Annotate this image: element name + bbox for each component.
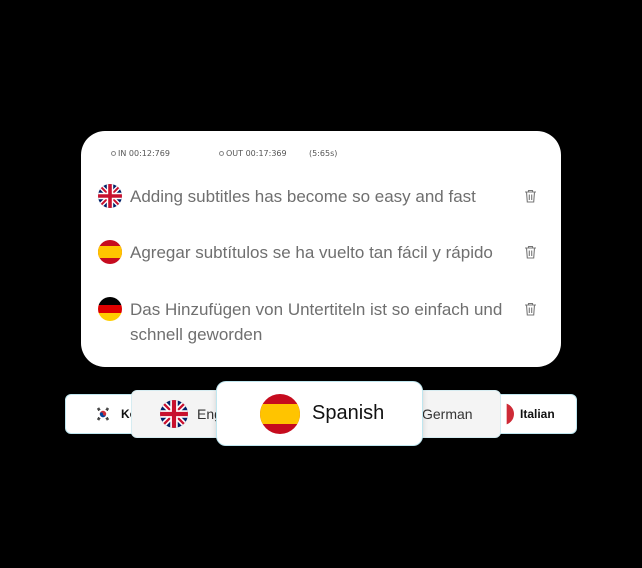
trash-icon[interactable] (524, 189, 537, 203)
language-label: Italian (520, 407, 555, 421)
subtitle-card: IN 00:12:769 OUT 00:17:369 (5:65s) Addin… (81, 131, 561, 367)
subtitle-text[interactable]: Agregar subtítulos se ha vuelto tan fáci… (130, 240, 510, 265)
uk-flag-icon (98, 184, 122, 208)
spain-flag-icon (98, 240, 122, 264)
timing-duration-label: (5:65s) (309, 149, 338, 158)
timing-in-label: IN 00:12:769 (118, 149, 170, 158)
subtitle-row-english[interactable]: Adding subtitles has become so easy and … (98, 184, 547, 209)
germany-flag-icon (98, 297, 122, 321)
spain-flag-icon (260, 393, 300, 434)
subtitle-text[interactable]: Das Hinzufügen von Untertiteln ist so ei… (130, 297, 510, 347)
subtitle-row-german[interactable]: Das Hinzufügen von Untertiteln ist so ei… (98, 297, 547, 347)
timing-out-label: OUT 00:17:369 (226, 149, 287, 158)
trash-icon[interactable] (524, 245, 537, 259)
uk-flag-icon (160, 400, 188, 428)
trash-icon[interactable] (524, 302, 537, 316)
timing-out: OUT 00:17:369 (219, 149, 287, 158)
clock-icon (111, 151, 116, 156)
language-label: German (422, 406, 473, 422)
subtitle-row-spanish[interactable]: Agregar subtítulos se ha vuelto tan fáci… (98, 240, 547, 265)
language-label: Spanish (312, 402, 385, 424)
timing-duration: (5:65s) (309, 149, 337, 158)
korea-flag-icon (95, 406, 111, 422)
subtitle-text[interactable]: Adding subtitles has become so easy and … (130, 184, 510, 209)
language-chip-spanish[interactable]: Spanish (216, 381, 423, 446)
clock-icon (219, 151, 224, 156)
timing-in: IN 00:12:769 (111, 149, 170, 158)
